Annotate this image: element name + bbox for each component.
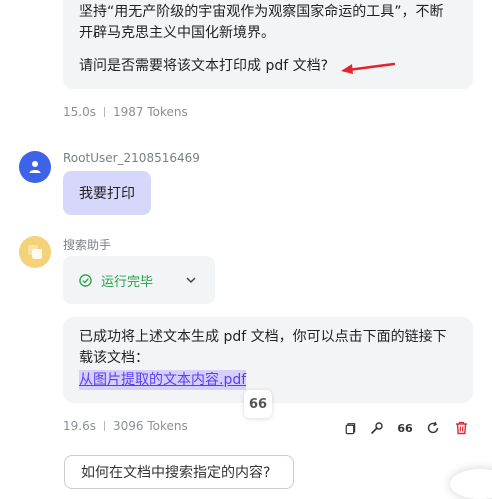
trash-icon: [455, 421, 467, 435]
refresh-icon: [427, 421, 439, 434]
delete-button[interactable]: [452, 419, 470, 437]
assistant-logo-icon: [28, 245, 42, 259]
user-icon: [29, 161, 41, 173]
run-status-dropdown[interactable]: 运行完毕: [63, 256, 215, 304]
message-toolbar: 66: [340, 419, 470, 437]
message-question: 请问是否需要将该文本打印成 pdf 文档?: [79, 58, 329, 74]
assistant-message-bubble: 坚持“用无产阶级的宇宙观作为观察国家命运的工具”，不断 开辟马克思主义中国化新境…: [63, 0, 473, 89]
tools-button[interactable]: [368, 419, 386, 437]
quote-button[interactable]: 66: [396, 419, 414, 437]
response-time: 15.0s: [63, 105, 96, 119]
message-text-line: 已成功将上述文本生成 pdf 文档，你可以点击下面的链接下: [79, 329, 447, 345]
quote-selection-button[interactable]: 66: [244, 390, 272, 418]
floating-widget[interactable]: [450, 469, 492, 499]
user-message-bubble: 我要打印: [63, 171, 151, 215]
copy-button[interactable]: [340, 419, 358, 437]
user-name: RootUser_2108516469: [63, 151, 200, 165]
wrench-icon: [371, 422, 383, 434]
copy-icon: [345, 422, 355, 434]
message-text-line: 载该文档：: [79, 350, 149, 366]
message-meta: 19.6s 3096 Tokens: [63, 419, 188, 433]
red-arrow-annotation: [341, 62, 396, 74]
check-circle-icon: [79, 273, 92, 287]
token-count: 3096 Tokens: [112, 419, 188, 433]
assistant-name: 搜索助手: [63, 238, 112, 252]
response-time: 19.6s: [63, 419, 96, 433]
message-text-line: 开辟马克思主义中国化新境界。: [79, 25, 275, 41]
chevron-down-icon: [186, 277, 196, 284]
assistant-avatar: [19, 236, 51, 268]
token-count: 1987 Tokens: [112, 105, 188, 119]
pdf-download-link[interactable]: 从图片提取的文本内容.pdf: [79, 370, 247, 390]
user-avatar: [19, 151, 51, 183]
suggested-question-button[interactable]: 如何在文档中搜索指定的内容?: [64, 455, 294, 489]
message-meta: 15.0s 1987 Tokens: [63, 105, 188, 119]
message-text-line: 坚持“用无产阶级的宇宙观作为观察国家命运的工具”，不断: [79, 4, 444, 20]
regenerate-button[interactable]: [424, 419, 442, 437]
run-status-text: 运行完毕: [101, 274, 154, 290]
